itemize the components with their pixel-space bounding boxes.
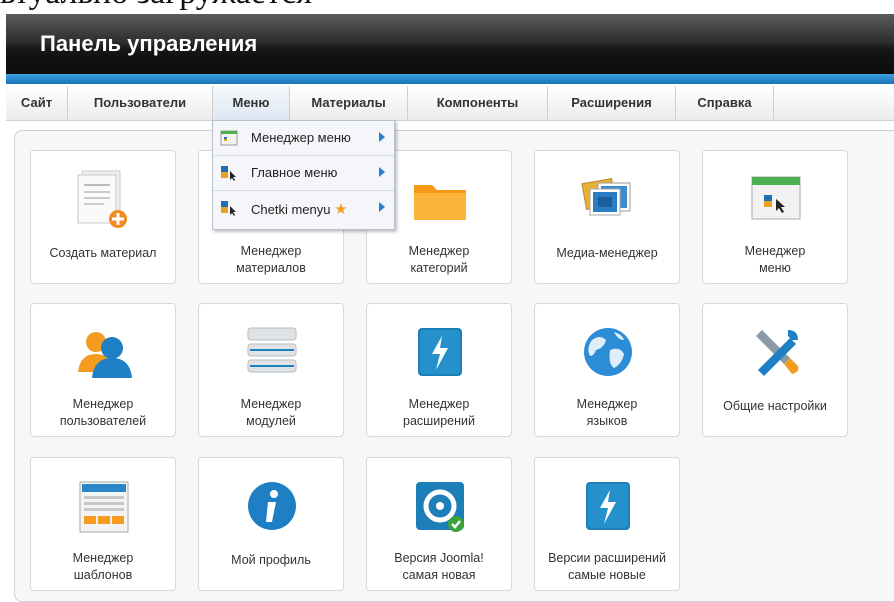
joomla-icon [416, 482, 464, 532]
menu-manager-icon [751, 176, 801, 220]
menu-manager-icon [220, 130, 238, 146]
tile-global-configuration[interactable]: Общие настройки [702, 303, 848, 437]
tile-label: Менеджер модулей [240, 397, 302, 428]
tile-label: Менеджер языков [576, 397, 638, 428]
submenu-arrow-icon [379, 167, 385, 177]
page-title: Панель управления [40, 31, 258, 56]
folder-icon [414, 185, 466, 220]
menu-item-components[interactable]: Компоненты [408, 86, 548, 120]
info-icon [248, 482, 296, 530]
tile-menu-manager[interactable]: Менеджер меню [702, 150, 848, 284]
star-icon: ★ [334, 201, 348, 218]
add-article-icon [77, 170, 127, 228]
tile-joomla-version[interactable]: Версия Joomla! самая новая [366, 457, 512, 591]
main-menu-bar: Сайт Пользователи Меню Материалы Компоне… [6, 86, 894, 121]
menus-dropdown: Менеджер меню Главное меню Chetki menyu … [212, 120, 395, 230]
globe-icon [584, 328, 632, 376]
dropdown-item-label: Chetki menyu [251, 202, 331, 217]
menu-item-menus[interactable]: Меню [213, 86, 290, 120]
tile-label: Менеджер материалов [236, 244, 306, 275]
header-accent-line [6, 74, 894, 84]
menu-icon [221, 166, 236, 181]
tile-label: Менеджер категорий [408, 244, 470, 275]
tile-label: Общие настройки [723, 399, 827, 413]
tile-language-manager[interactable]: Менеджер языков [534, 303, 680, 437]
menu-icon [221, 201, 236, 216]
tile-label: Создать материал [49, 246, 157, 260]
modules-icon [247, 327, 297, 373]
tile-my-profile[interactable]: Мой профиль [198, 457, 344, 591]
tile-label: Мой профиль [231, 553, 311, 567]
tile-media-manager[interactable]: Медиа-менеджер [534, 150, 680, 284]
tile-label: Версии расширений самые новые [548, 551, 666, 582]
tools-icon [756, 330, 799, 376]
extensions-update-icon [586, 482, 630, 530]
users-icon [78, 332, 132, 378]
tile-extension-manager[interactable]: Менеджер расширений [366, 303, 512, 437]
menu-item-content[interactable]: Материалы [290, 86, 408, 120]
tile-label: Менеджер меню [744, 244, 806, 275]
tile-user-manager[interactable]: Менеджер пользователей [30, 303, 176, 437]
header-bar: Панель управления [6, 14, 894, 74]
media-icon [581, 178, 631, 216]
tile-extensions-update[interactable]: Версии расширений самые новые [534, 457, 680, 591]
tile-label: Медиа-менеджер [556, 246, 658, 260]
tile-label: Менеджер пользователей [59, 397, 147, 428]
menu-item-extensions[interactable]: Расширения [548, 86, 676, 120]
menu-item-site[interactable]: Сайт [6, 86, 68, 120]
dropdown-item-main-menu[interactable]: Главное меню [213, 156, 394, 191]
tile-label: Менеджер шаблонов [72, 551, 134, 582]
tile-module-manager[interactable]: Менеджер модулей [198, 303, 344, 437]
dropdown-item-menu-manager[interactable]: Менеджер меню [213, 121, 394, 156]
cropped-top-text: ьтуально загружается [0, 0, 312, 12]
tile-label: Версия Joomla! самая новая [394, 551, 484, 582]
dropdown-item-chetki-menu[interactable]: Chetki menyu ★ [213, 191, 394, 225]
extensions-icon [418, 328, 462, 376]
tile-label: Менеджер расширений [403, 397, 475, 428]
templates-icon [79, 481, 129, 533]
tile-template-manager[interactable]: Менеджер шаблонов [30, 457, 176, 591]
submenu-arrow-icon [379, 202, 385, 212]
menu-item-help[interactable]: Справка [676, 86, 774, 120]
tile-add-article[interactable]: Создать материал [30, 150, 176, 284]
menu-item-users[interactable]: Пользователи [68, 86, 213, 120]
submenu-arrow-icon [379, 132, 385, 142]
